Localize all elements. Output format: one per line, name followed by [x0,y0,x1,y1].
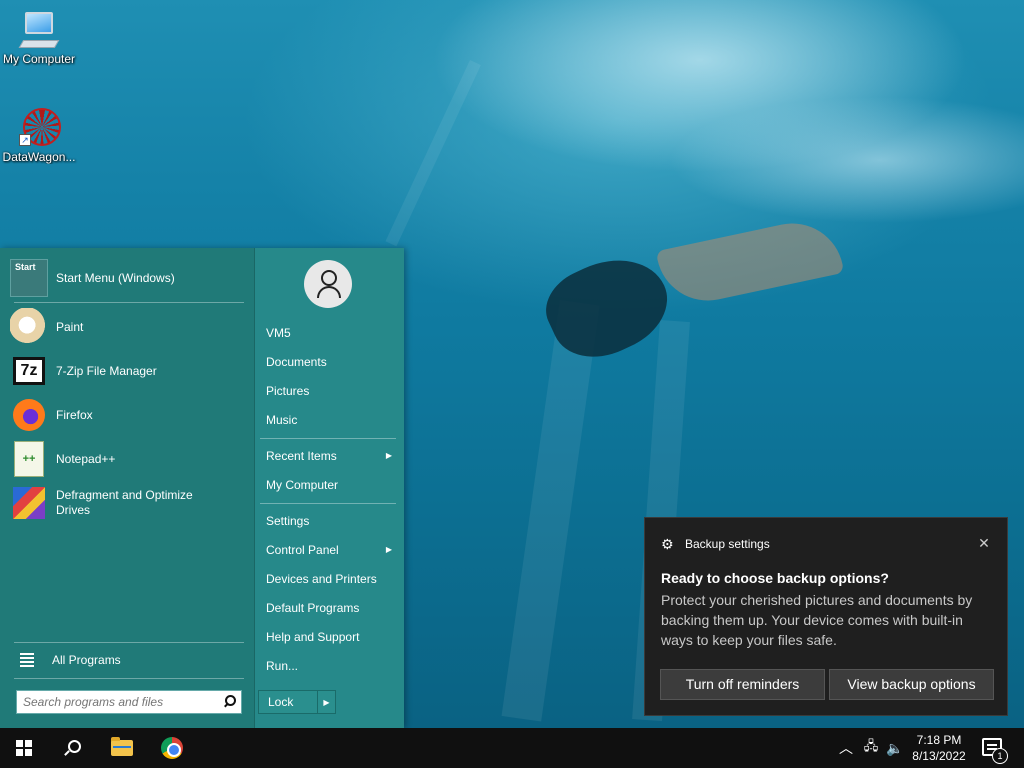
clock-date: 8/13/2022 [912,749,966,763]
light-ray [501,300,600,722]
datawagon-shortcut-icon: ↗ [19,108,61,148]
start-button[interactable] [0,728,48,768]
folder-icon [111,737,133,756]
close-icon[interactable]: ✕ [975,534,993,552]
places-item-settings[interactable]: Settings [266,511,396,531]
start-search-box[interactable] [16,690,242,714]
notification-count-badge: 1 [992,748,1008,764]
places-item-pictures[interactable]: Pictures [266,381,396,401]
gear-icon: ⚙ [661,536,674,552]
divider [14,302,244,303]
search-icon[interactable] [219,691,241,713]
windows-logo-icon [16,740,32,756]
notification-app-name: Backup settings [685,537,770,551]
paint-icon [10,308,48,346]
taskbar: ︿ 🖧 🔈 7:18 PM 8/13/2022 1 [0,728,1024,768]
user-avatar[interactable] [304,260,352,308]
desktop-icon-my-computer[interactable]: My Computer [0,10,78,66]
lock-button[interactable]: Lock ▶ [258,690,336,714]
divider [260,438,396,439]
chrome-icon [161,737,183,759]
program-label: Paint [56,319,84,334]
program-notepad-plus-plus[interactable]: ++ Notepad++ [10,438,246,480]
diver-fins [655,213,845,311]
divider [14,678,244,679]
desktop-icon-datawagon[interactable]: ↗ DataWagon... [0,108,78,164]
computer-icon [18,10,60,50]
taskbar-search-button[interactable] [48,728,96,768]
turn-off-reminders-button[interactable]: Turn off reminders [660,669,825,700]
program-label: Start Menu (Windows) [56,270,175,285]
notepad-plus-plus-icon: ++ [14,441,44,477]
list-icon [20,651,34,669]
light-ray [385,60,481,247]
submenu-arrow-icon: ▶ [385,451,392,460]
lock-label: Lock [268,695,294,709]
program-7zip[interactable]: 7z 7-Zip File Manager [10,350,246,392]
places-item-devices-printers[interactable]: Devices and Printers [266,569,396,589]
search-icon [64,740,81,756]
firefox-icon [13,399,45,431]
backup-notification: ⚙ Backup settings ✕ Ready to choose back… [644,517,1008,716]
program-label: Firefox [56,407,93,422]
view-backup-options-button[interactable]: View backup options [829,669,994,700]
program-start-menu-windows[interactable]: Start Start Menu (Windows) [10,257,246,299]
places-item-control-panel[interactable]: Control Panel ▶ [266,540,396,560]
clock[interactable]: 7:18 PM 8/13/2022 [908,732,970,764]
network-icon[interactable]: 🖧 [860,728,882,768]
places-item-documents[interactable]: Documents [266,352,396,372]
program-label: Defragment and Optimize Drives [56,488,193,517]
desktop-icon-label: My Computer [2,52,76,66]
notification-body: Protect your cherished pictures and docu… [661,592,973,648]
show-hidden-icons-chevron-icon[interactable]: ︿ [836,728,856,768]
taskbar-chrome[interactable] [148,728,196,768]
shutdown-options-arrow-icon[interactable]: ▶ [317,691,335,713]
places-item-run[interactable]: Run... [266,656,396,676]
places-item-recent-items[interactable]: Recent Items ▶ [266,446,396,466]
taskbar-file-explorer[interactable] [98,728,146,768]
clock-time: 7:18 PM [916,733,962,747]
volume-icon[interactable]: 🔈 [884,728,906,768]
program-firefox[interactable]: Firefox [10,394,246,436]
places-item-help-support[interactable]: Help and Support [266,627,396,647]
desktop-icon-label: DataWagon... [2,150,76,164]
start-menu-app-icon: Start [10,259,48,297]
all-programs-label: All Programs [52,653,121,667]
places-item-vm5[interactable]: VM5 [266,323,396,343]
places-item-default-programs[interactable]: Default Programs [266,598,396,618]
program-label: Notepad++ [56,451,116,466]
places-item-my-computer[interactable]: My Computer [266,475,396,495]
defrag-icon [13,487,45,519]
all-programs-button[interactable]: All Programs [10,648,246,672]
start-search-input[interactable] [17,692,219,712]
program-defragment[interactable]: Defragment and Optimize Drives [10,482,246,524]
7zip-icon: 7z [13,357,45,385]
program-paint[interactable]: Paint [10,306,246,348]
program-label: 7-Zip File Manager [56,363,157,378]
divider [14,642,244,643]
places-item-music[interactable]: Music [266,410,396,430]
divider [260,503,396,504]
notification-title: Ready to choose backup options? [661,570,889,586]
submenu-arrow-icon: ▶ [385,545,392,554]
